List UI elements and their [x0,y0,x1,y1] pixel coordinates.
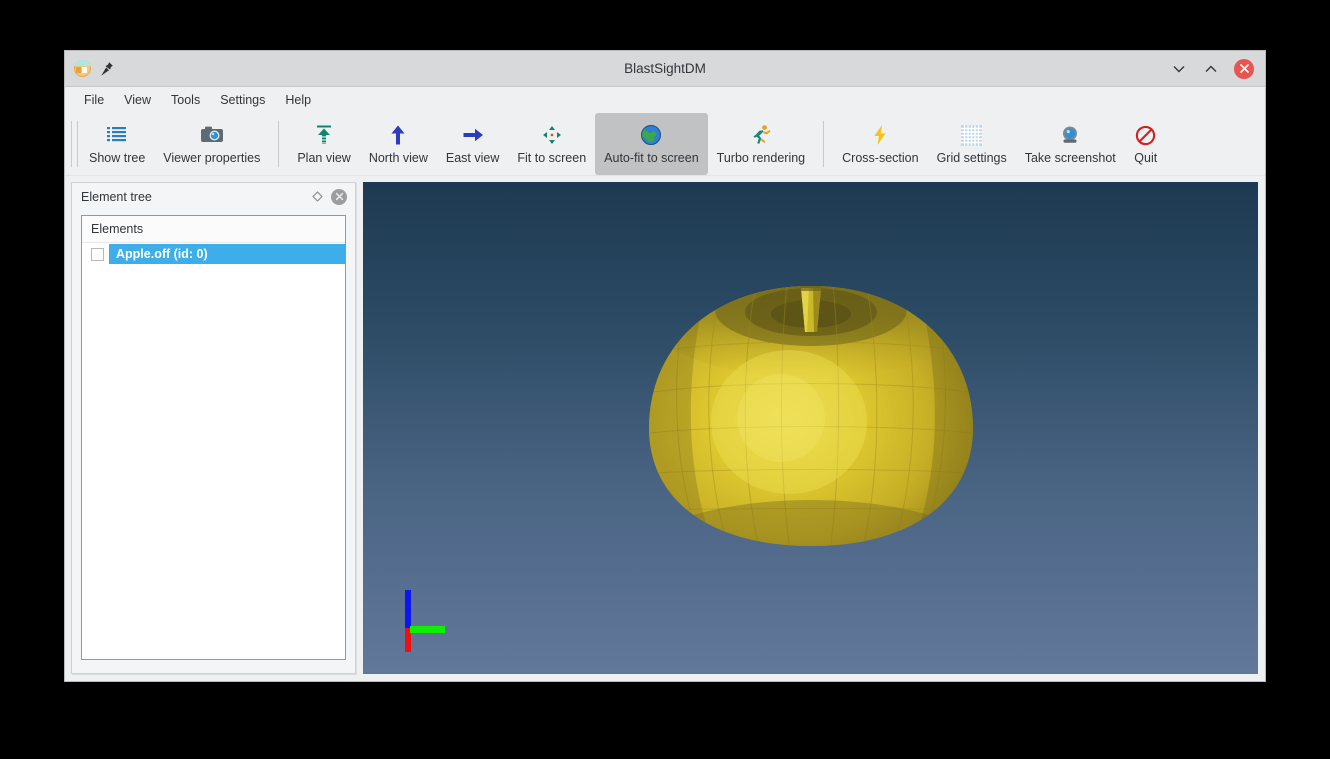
app-logo-icon [74,60,91,77]
menu-item-view[interactable]: View [114,90,161,110]
window-title: BlastSightDM [65,51,1265,86]
arrow-right-icon [461,123,485,147]
no-entry-icon [1134,123,1158,147]
webcam-icon [1058,123,1082,147]
toolbar-label: East view [446,151,500,165]
application-window: BlastSightDM File View Tools Settings He… [64,50,1266,682]
toolbar-label: Turbo rendering [717,151,805,165]
toolbar-separator [278,121,279,167]
screen: BlastSightDM File View Tools Settings He… [0,0,1330,759]
toolbar-label: Cross-section [842,151,918,165]
menu-item-tools[interactable]: Tools [161,90,210,110]
toolbar-label: Plan view [297,151,351,165]
runner-icon [749,123,773,147]
pin-icon[interactable] [100,61,114,77]
toolbar-button-turbo-rendering[interactable]: Turbo rendering [708,113,814,175]
grid-icon [960,123,984,147]
chevron-up-icon[interactable] [1202,60,1220,78]
tree-item-checkbox[interactable] [91,248,104,261]
menu-item-help[interactable]: Help [275,90,321,110]
toolbar-button-fit-to-screen[interactable]: Fit to screen [508,113,595,175]
toolbar-button-east-view[interactable]: East view [437,113,509,175]
float-diamond-icon[interactable] [312,191,323,202]
toolbar-button-plan-view[interactable]: Plan view [288,113,360,175]
toolbar-label: Viewer properties [163,151,260,165]
toolbar-label: Grid settings [937,151,1007,165]
camera-properties-icon [200,123,224,147]
toolbar-drag-handle[interactable] [71,121,78,167]
globe-icon [639,123,663,147]
dock-content: Elements Apple.off (id: 0) [72,210,355,673]
fit-to-screen-icon [540,123,564,147]
toolbar-label: Take screenshot [1025,151,1116,165]
toolbar-separator [823,121,824,167]
arrow-up-icon [386,123,410,147]
toolbar-label: Quit [1134,151,1157,165]
toolbar-button-auto-fit-to-screen[interactable]: Auto-fit to screen [595,113,708,175]
close-icon[interactable] [331,189,347,205]
main-toolbar: Show tree Viewer properties [65,113,1265,176]
element-tree-dock: Element tree Elements [71,182,356,674]
element-tree-widget[interactable]: Elements Apple.off (id: 0) [81,215,346,660]
chevron-down-icon[interactable] [1170,60,1188,78]
toolbar-button-show-tree[interactable]: Show tree [80,113,154,175]
close-icon[interactable] [1234,59,1254,79]
list-tree-icon [105,123,129,147]
apple-model [641,270,981,560]
tree-item-label: Apple.off (id: 0) [109,244,345,264]
toolbar-button-north-view[interactable]: North view [360,113,437,175]
toolbar-button-quit[interactable]: Quit [1125,113,1167,175]
tree-item-apple[interactable]: Apple.off (id: 0) [82,244,345,264]
toolbar-label: Fit to screen [517,151,586,165]
tree-column-header: Elements [82,216,345,243]
toolbar-button-take-screenshot[interactable]: Take screenshot [1016,113,1125,175]
toolbar-label: Auto-fit to screen [604,151,699,165]
toolbar-button-cross-section[interactable]: Cross-section [833,113,927,175]
window-body: Element tree Elements [65,176,1265,681]
toolbar-label: Show tree [89,151,145,165]
tree-body: Apple.off (id: 0) [82,243,345,659]
arrow-up-bar-icon [312,123,336,147]
3d-viewport[interactable] [363,182,1258,674]
dock-header: Element tree [72,183,355,210]
menu-bar: File View Tools Settings Help [65,87,1265,113]
axis-gizmo [403,590,453,652]
toolbar-button-grid-settings[interactable]: Grid settings [928,113,1016,175]
title-bar: BlastSightDM [65,51,1265,87]
menu-item-file[interactable]: File [74,90,114,110]
menu-item-settings[interactable]: Settings [210,90,275,110]
toolbar-button-viewer-properties[interactable]: Viewer properties [154,113,269,175]
toolbar-label: North view [369,151,428,165]
window-controls [1170,59,1265,79]
dock-header-buttons [312,189,347,205]
title-bar-left-icons [65,60,114,77]
lightning-bolt-icon [868,123,892,147]
dock-title: Element tree [81,190,152,204]
